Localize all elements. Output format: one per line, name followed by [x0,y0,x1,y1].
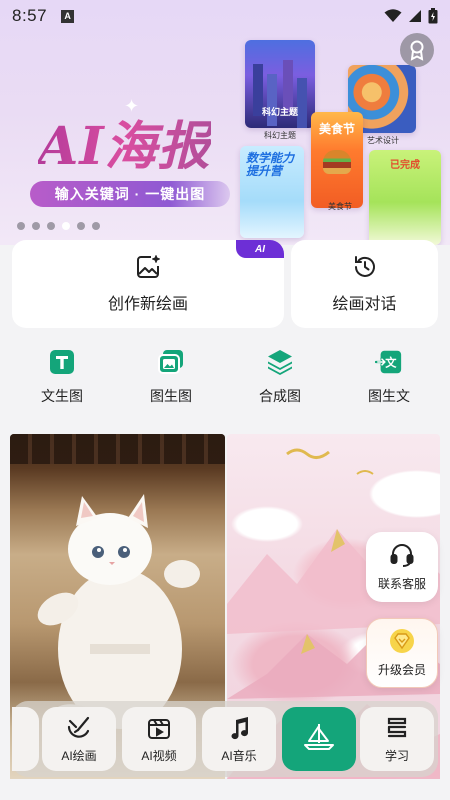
carousel-dot[interactable] [47,222,55,230]
dock-label: AI视频 [141,748,177,763]
poster-done-title: 已完成 [390,160,420,171]
images-icon [157,348,185,376]
history-icon [354,256,375,277]
poster-art-caption: 艺术设计 [367,136,399,145]
carousel-dot[interactable] [17,222,25,230]
tool-label: 图生文 [368,388,410,404]
tool-label: 图生图 [150,388,192,404]
carousel-dot[interactable] [32,222,40,230]
customer-service-label: 联系客服 [377,577,426,591]
dock-item-ai-paint[interactable]: AI绘画 [42,707,116,771]
poster-math: 数学能力提升营 [240,146,304,238]
tool-text-to-image[interactable]: 文生图 [22,348,102,412]
create-drawing-card[interactable]: AI 创作新绘画 [12,240,284,328]
headset-icon [390,544,414,567]
home-sail-icon [304,724,334,750]
battery-icon [428,8,438,24]
notification-a-icon: A [61,9,75,23]
carousel-dots[interactable] [17,222,100,230]
dock-item-partial[interactable] [12,707,39,771]
video-icon [148,718,170,739]
poster-food-title: 美食节 [318,122,355,136]
dock-label: AI音乐 [221,748,257,763]
status-bar: 8:57 A [0,0,450,32]
wifi-icon [384,9,402,22]
upgrade-vip-button[interactable]: 升级会员 [366,618,438,688]
upgrade-vip-label: 升级会员 [377,663,426,677]
dock-item-home[interactable] [282,707,356,771]
paint-icon [67,716,90,738]
tool-image-to-image[interactable]: 图生图 [131,348,211,412]
customer-service-button[interactable]: 联系客服 [366,532,438,602]
drawing-chat-label: 绘画对话 [332,296,397,313]
status-icons [384,8,438,24]
create-drawing-label: 创作新绘画 [107,296,188,313]
signal-icon [409,10,421,22]
tool-label: 合成图 [259,388,301,404]
image-to-text-icon: 文 [375,348,403,376]
poster-food-caption: 美食节 [328,202,352,211]
music-icon [231,716,249,739]
award-icon [410,40,424,61]
carousel-dot[interactable] [92,222,100,230]
poster-scifi: 科幻主题 [245,40,315,128]
diamond-icon [390,629,414,653]
tool-label: 文生图 [41,388,83,404]
profile-badge-button[interactable] [400,33,434,67]
banner-subtitle: 输入关键词 · 一键出图 [30,181,230,207]
ai-badge-text: AI [255,243,265,255]
tool-image-to-text[interactable]: 文 图生文 [349,348,429,412]
poster-scifi-caption: 科幻主题 [264,131,296,140]
ai-badge: AI [236,240,284,258]
poster-food: 美食节 [311,112,363,208]
hero-banner[interactable]: 8:57 A AI海报 ✦ 输入关键词 · 一键出图 科幻主题 科幻主题 艺术设… [0,0,450,245]
carousel-dot[interactable] [77,222,85,230]
dock-label: AI绘画 [61,748,97,763]
study-icon [387,717,407,737]
poster-math-title: 数学能力提升营 [246,151,295,178]
poster-done: 已完成 [369,150,441,245]
carousel-dot-active[interactable] [62,222,70,230]
dock-label: 学习 [384,748,409,763]
sparkle-icon: ✦ [124,96,140,116]
image-sparkle-icon [137,255,160,278]
dock-item-ai-video[interactable]: AI视频 [122,707,196,771]
drawing-chat-card[interactable]: 绘画对话 [291,240,438,328]
dock-item-study[interactable]: 学习 [360,707,434,771]
tool-composite[interactable]: 合成图 [240,348,320,412]
layers-icon [266,348,294,376]
text-t-icon [48,348,76,376]
dock-item-ai-music[interactable]: AI音乐 [202,707,276,771]
svg-text:文: 文 [385,356,397,370]
status-time: 8:57 [12,6,48,25]
poster-scifi-label: 科幻主题 [261,107,298,117]
